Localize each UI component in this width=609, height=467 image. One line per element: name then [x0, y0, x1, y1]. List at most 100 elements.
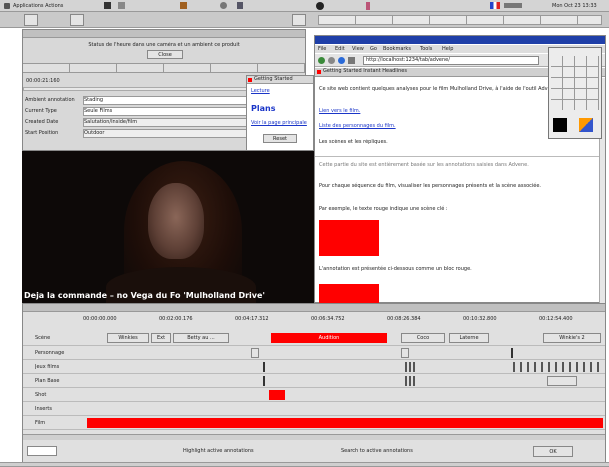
scene-annotation[interactable]: Laterne: [449, 333, 489, 343]
middle-line[interactable]: Lecture: [251, 88, 311, 94]
field-value[interactable]: Stading: [83, 96, 251, 105]
video-frame-face: [148, 183, 204, 259]
toolbar-open-button[interactable]: [24, 14, 38, 26]
apps-menu-icon[interactable]: [4, 3, 10, 9]
clock[interactable]: Mon Oct 23 13:33: [552, 3, 607, 9]
toolbar-play-button[interactable]: [292, 14, 306, 26]
track-label: Scène: [35, 335, 51, 341]
timeline-scrollbar[interactable]: [23, 434, 605, 440]
middle-reset-button[interactable]: Reset: [263, 134, 297, 143]
field-value[interactable]: Seule Films: [83, 107, 251, 116]
field-label: Ambient annotation: [25, 97, 75, 103]
scene-annotation-active[interactable]: Audition: [271, 333, 387, 343]
flag-icon[interactable]: [490, 2, 500, 9]
track-row: Film: [23, 416, 605, 430]
middle-tab[interactable]: Getting Started: [247, 76, 313, 84]
palette-grid[interactable]: [551, 56, 599, 110]
left-tabs[interactable]: [23, 63, 305, 73]
scene-annotation[interactable]: Ext: [151, 333, 171, 343]
middle-heading: Plans: [251, 104, 276, 113]
annotation-marker[interactable]: [511, 348, 513, 358]
left-separator: [23, 87, 253, 91]
ok-button[interactable]: OK: [533, 446, 573, 457]
gear-icon[interactable]: [220, 2, 227, 9]
scene-annotation[interactable]: Winkie's 2: [543, 333, 601, 343]
field-row: Created Date Salutation/Inside/film: [25, 118, 251, 127]
track-label: Inserts: [35, 406, 52, 412]
middle-link[interactable]: Voir la page principale: [251, 120, 311, 126]
video-player[interactable]: Deja la commande – no Vega du Fo 'Mulhol…: [22, 151, 318, 303]
scene-annotation[interactable]: Winkies: [107, 333, 149, 343]
app-icon[interactable]: [180, 2, 187, 9]
track-label: Shot: [35, 392, 47, 398]
characters-link[interactable]: Liste des personnages du film.: [319, 123, 459, 129]
pen-icon[interactable]: [366, 2, 370, 10]
track-row: Shot: [23, 388, 605, 402]
track-label: Plan Base: [35, 378, 60, 384]
terminal-icon[interactable]: [104, 2, 111, 9]
main-toolbar: [0, 12, 609, 28]
tick-label: 00:00:00.000: [83, 316, 117, 322]
shot-annotation[interactable]: [269, 390, 285, 400]
tool-icon[interactable]: [237, 2, 243, 9]
scene-annotation[interactable]: Coco: [401, 333, 445, 343]
menu-file[interactable]: File: [318, 46, 336, 52]
search-checkbox[interactable]: Search to active annotations: [341, 448, 461, 454]
track-row: Jeux films: [23, 360, 605, 374]
field-value[interactable]: Salutation/Inside/film: [83, 118, 251, 127]
red-annotation-block-2: [319, 284, 379, 304]
menu-view[interactable]: View: [352, 46, 370, 52]
scene-annotation[interactable]: Betty au ...: [173, 333, 229, 343]
field-row: Ambient annotation Stading: [25, 96, 251, 105]
annotation-marker[interactable]: [263, 362, 265, 372]
left-window-titlebar: [23, 30, 305, 38]
menu-help[interactable]: Help: [442, 46, 460, 52]
timecode: 00:00:21:160: [26, 78, 60, 84]
reload-icon[interactable]: [338, 57, 345, 64]
track-label: Personnage: [35, 350, 65, 356]
taskbar-windows[interactable]: [318, 15, 602, 25]
annotation[interactable]: [401, 348, 409, 358]
film-link[interactable]: Lien vers le film.: [319, 108, 459, 114]
highlight-checkbox[interactable]: Highlight active annotations: [183, 448, 303, 454]
film-annotation[interactable]: [87, 418, 603, 428]
tick-label: 00:10:32.800: [463, 316, 497, 322]
browser-tab-icon: [317, 70, 321, 74]
forward-icon[interactable]: [328, 57, 335, 64]
close-button[interactable]: Close: [147, 50, 183, 59]
red-annotation-block: [319, 220, 379, 256]
track-label: Film: [35, 420, 46, 426]
annotation[interactable]: [547, 376, 577, 386]
field-value[interactable]: Outdoor: [83, 129, 251, 138]
annotation-group[interactable]: [405, 362, 417, 372]
network-icon[interactable]: [504, 3, 522, 8]
annotation-group[interactable]: [513, 362, 601, 372]
top-panel: Applications Actions Mon Oct 23 13:33: [0, 0, 609, 12]
annotation-marker[interactable]: [263, 376, 265, 386]
menu-tools[interactable]: Tools: [420, 46, 440, 52]
palette-black-swatch[interactable]: [553, 118, 567, 132]
moon-icon: [316, 2, 324, 10]
menu-go[interactable]: Go: [370, 46, 382, 52]
panel-menu[interactable]: Applications Actions: [13, 3, 93, 9]
home-icon[interactable]: [348, 57, 355, 64]
annotation[interactable]: [251, 348, 259, 358]
menu-bookmarks[interactable]: Bookmarks: [383, 46, 417, 52]
url-field[interactable]: http://localhost:1234/tab/advene/: [363, 56, 539, 65]
file-icon[interactable]: [118, 2, 125, 9]
timeline-titlebar: [23, 304, 605, 312]
menu-edit[interactable]: Edit: [335, 46, 353, 52]
divider: [315, 156, 605, 157]
track-row: Scène Winkies Ext Betty au ... Audition …: [23, 330, 605, 346]
back-icon[interactable]: [318, 57, 325, 64]
track-row: Personnage: [23, 346, 605, 360]
toolbar-save-button[interactable]: [70, 14, 84, 26]
field-label: Created Date: [25, 119, 59, 125]
annotation-group[interactable]: [405, 376, 417, 386]
zoom-input[interactable]: [27, 446, 57, 456]
timeline-ruler: 00:00:00.000 00:02:00.176 00:04:17.312 0…: [83, 316, 603, 326]
track-label: Jeux films: [35, 364, 60, 370]
palette-color-swatch[interactable]: [579, 118, 593, 132]
paragraph: L'annotation est présentée ci-dessous co…: [319, 266, 472, 272]
timeline-window: 00:00:00.000 00:02:00.176 00:04:17.312 0…: [22, 303, 606, 463]
